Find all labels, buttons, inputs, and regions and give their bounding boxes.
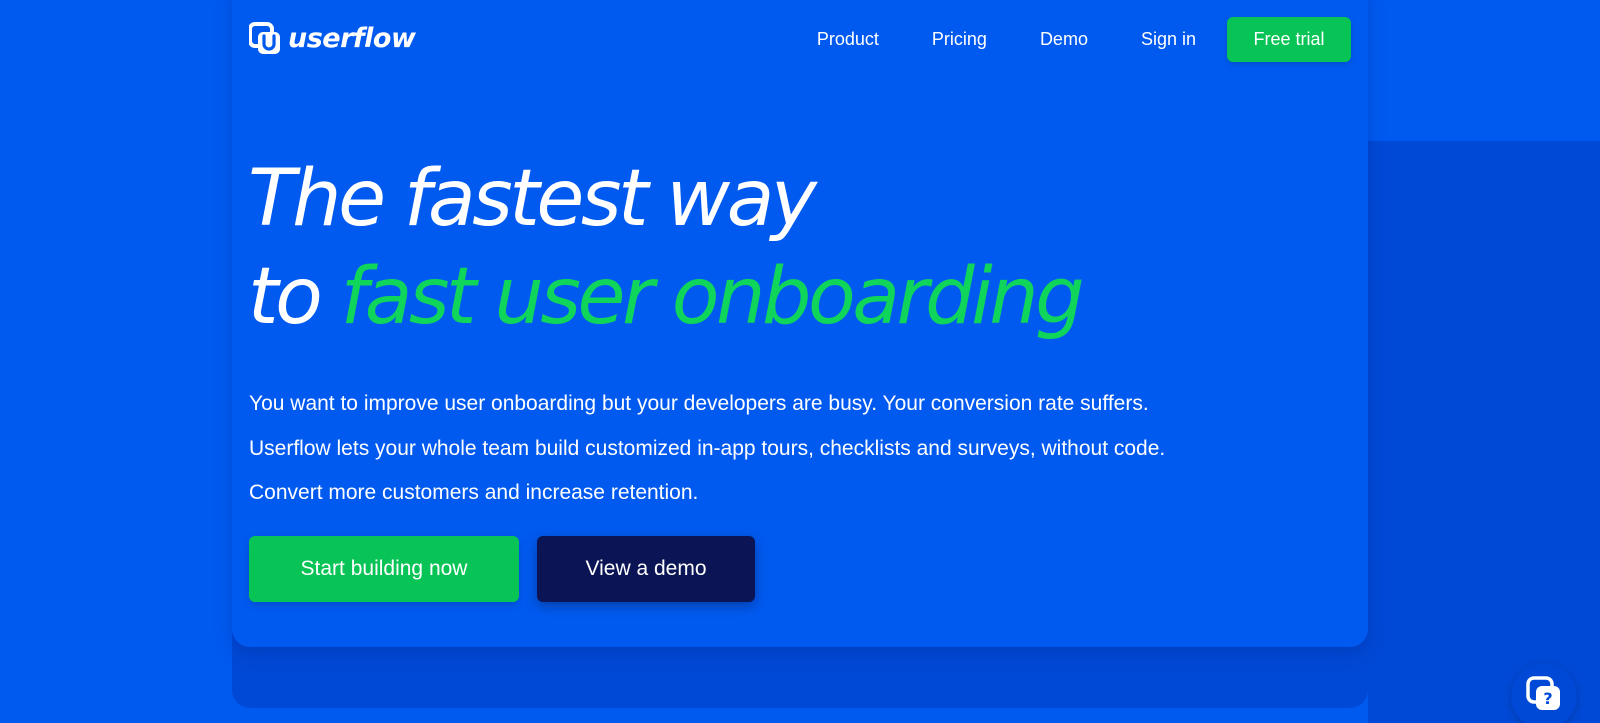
main-nav: Product Pricing Demo Sign in Free trial	[817, 17, 1351, 62]
headline-highlight: fast user onboarding	[340, 252, 1085, 342]
headline-line-1: The fastest way	[248, 154, 817, 244]
hero-paragraph: Userflow lets your whole team build cust…	[249, 436, 1166, 460]
hero-headline: The fastest way to fast user onboarding	[248, 150, 1348, 346]
logo[interactable]: userflow	[249, 22, 416, 56]
help-widget-button[interactable]: ?	[1511, 663, 1577, 723]
nav-pricing[interactable]: Pricing	[932, 29, 987, 50]
svg-text:?: ?	[1543, 689, 1552, 708]
hero-paragraph: You want to improve user onboarding but …	[249, 392, 1149, 415]
headline-line-2-prefix: to	[248, 252, 341, 342]
hero-description: You want to improve user onboarding but …	[249, 382, 1165, 516]
start-building-button[interactable]: Start building now	[249, 536, 519, 602]
nav-product[interactable]: Product	[817, 29, 879, 50]
hero-paragraph: Convert more customers and increase rete…	[249, 481, 699, 504]
nav-demo[interactable]: Demo	[1040, 29, 1088, 50]
background-panel-right	[1368, 141, 1600, 723]
view-demo-button[interactable]: View a demo	[537, 536, 755, 602]
help-chat-icon: ?	[1526, 676, 1562, 716]
userflow-logo-icon	[249, 22, 282, 56]
logo-text: userflow	[288, 23, 416, 54]
nav-sign-in[interactable]: Sign in	[1141, 29, 1196, 50]
free-trial-button[interactable]: Free trial	[1227, 17, 1351, 62]
